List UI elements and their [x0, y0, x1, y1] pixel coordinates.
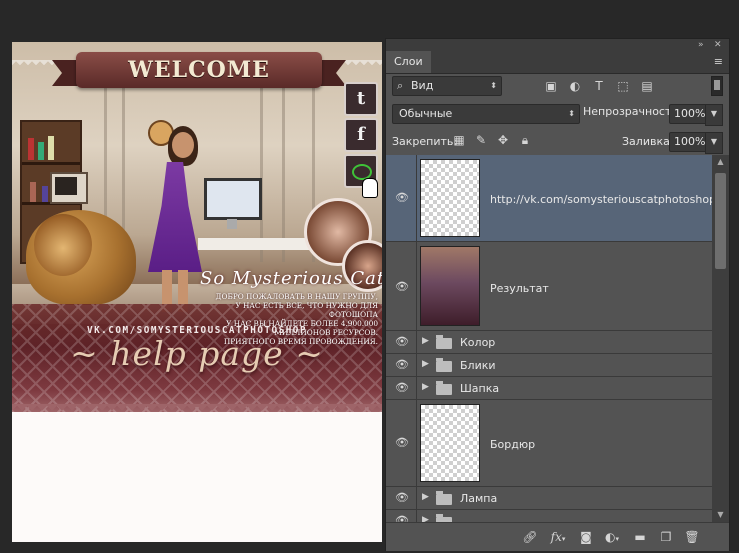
layer-row-result[interactable]: 👁︎ Результат [386, 242, 712, 331]
computer-monitor [204, 178, 262, 229]
visibility-eye-icon[interactable]: 👁︎ [394, 192, 410, 203]
layer-row-border[interactable]: 👁︎ Бордюр [386, 400, 712, 487]
facebook-button[interactable]: f [344, 118, 378, 152]
expand-triangle-icon[interactable]: ▶ [422, 492, 429, 502]
layer-list: 👁︎ http://vk.com/somysteriouscatphotosho… [386, 155, 712, 522]
panel-tabbar: Слои ≡ [386, 51, 729, 74]
layers-panel: » ✕ Слои ≡ ⌕ Вид ⬍ ▣ ◐ T ⬚ ▤ Обычные ⬍ Н… [385, 38, 730, 551]
visibility-eye-icon[interactable]: 👁︎ [394, 281, 410, 292]
visibility-eye-icon[interactable]: 👁︎ [394, 382, 410, 393]
expand-triangle-icon[interactable]: ▶ [422, 382, 429, 392]
filter-kind-select[interactable]: ⌕ Вид ⬍ [392, 76, 502, 96]
filter-type-icon[interactable]: T [592, 79, 606, 93]
birch-tree [260, 62, 263, 262]
filter-pixel-icon[interactable]: ▣ [544, 79, 558, 93]
tab-layers[interactable]: Слои [386, 51, 431, 73]
fill-dropdown-arrow-icon[interactable]: ▼ [705, 132, 723, 154]
adjustment-layer-icon[interactable]: ◐▾ [604, 529, 620, 545]
twitter-icon: t [356, 88, 366, 109]
signature-text: So Mysterious Cat [200, 268, 382, 289]
welcome-line: У НАС ЕСТЬ ВСЕ, ЧТО НУЖНО ДЛЯ ФОТОШОПА [235, 301, 378, 319]
help-page-title: ~ help page ~ [70, 334, 324, 373]
blend-mode-select[interactable]: Обычные ⬍ [392, 104, 580, 124]
welcome-line: ДОБРО ПОЖАЛОВАТЬ В НАШУ ГРУППУ, [215, 292, 378, 301]
layer-row-group[interactable]: 👁︎ ▶ [386, 510, 712, 522]
lock-position-icon[interactable]: ✥ [496, 133, 510, 147]
link-layers-icon[interactable]: 🔗︎ [522, 529, 538, 545]
layer-style-fx-icon[interactable]: fx▾ [550, 529, 566, 545]
visibility-eye-icon[interactable]: 👁︎ [394, 359, 410, 370]
expand-triangle-icon[interactable]: ▶ [422, 359, 429, 369]
layer-thumbnail [420, 159, 480, 237]
panel-menu-icon[interactable]: ≡ [714, 55, 723, 68]
opacity-dropdown-arrow-icon[interactable]: ▼ [705, 104, 723, 126]
opacity-label: Непрозрачность: [583, 105, 682, 118]
layer-name: http://vk.com/somysteriouscatphotoshop [490, 193, 712, 206]
scroll-up-arrow-icon[interactable]: ▲ [712, 155, 729, 169]
scrollbar-thumb[interactable] [715, 173, 726, 269]
collapse-icon[interactable]: » [698, 40, 704, 50]
panel-titlebar[interactable]: » ✕ [386, 39, 729, 51]
layer-list-scrollbar[interactable]: ▲ ▼ [712, 155, 729, 522]
folder-icon [436, 381, 452, 395]
filter-kind-value: Вид [411, 79, 434, 92]
layer-thumbnail [420, 404, 480, 482]
zigzag-trim [12, 404, 382, 412]
blend-mode-value: Обычные [399, 107, 453, 120]
document-canvas[interactable]: WELCOME t f So Mysterious Cat ДОБРО ПОЖА… [12, 42, 382, 542]
layer-name: Результат [490, 282, 549, 295]
filter-smart-object-icon[interactable]: ▤ [640, 79, 654, 93]
girl-purple-dress [148, 162, 202, 272]
folder-icon [436, 491, 452, 505]
expand-triangle-icon[interactable]: ▶ [422, 336, 429, 346]
layer-name: Лампа [460, 492, 498, 505]
lock-brush-icon[interactable]: ✎ [474, 133, 488, 147]
layer-row-group[interactable]: 👁︎ ▶ Блики [386, 354, 712, 377]
visibility-eye-icon[interactable]: 👁︎ [394, 492, 410, 503]
add-mask-icon[interactable]: ◙ [578, 529, 594, 545]
filter-shape-icon[interactable]: ⬚ [616, 79, 630, 93]
artwork-scene: WELCOME t f So Mysterious Cat ДОБРО ПОЖА… [12, 42, 382, 412]
fill-label: Заливка: [622, 135, 674, 148]
girl-face [172, 132, 194, 158]
twitter-button[interactable]: t [344, 82, 378, 116]
layer-row-group[interactable]: 👁︎ ▶ Шапка [386, 377, 712, 400]
filter-adjustment-icon[interactable]: ◐ [568, 79, 582, 93]
updown-arrow-icon: ⬍ [490, 81, 497, 90]
layer-row-group[interactable]: 👁︎ ▶ Лампа [386, 487, 712, 510]
filter-toggle[interactable] [711, 76, 723, 96]
folder-icon [436, 358, 452, 372]
hand-cursor-icon [362, 178, 378, 198]
lock-transparency-icon[interactable]: ▦ [452, 133, 466, 147]
facebook-icon: f [357, 124, 365, 145]
opacity-input[interactable]: 100% [669, 104, 707, 124]
search-icon: ⌕ [397, 79, 404, 92]
retro-tv [50, 172, 88, 204]
updown-arrow-icon: ⬍ [568, 109, 575, 118]
layer-name: Колор [460, 336, 496, 349]
lock-label: Закрепить: [392, 135, 458, 148]
welcome-title: WELCOME [128, 57, 270, 83]
layer-name: Шапка [460, 382, 500, 395]
lock-all-icon[interactable]: 🔒︎ [518, 133, 532, 147]
header-ribbon: WELCOME [76, 52, 322, 88]
layer-name: Блики [460, 359, 496, 372]
panel-bottom-toolbar: 🔗︎ fx▾ ◙ ◐▾ ▬ ❐ 🗑︎ [386, 522, 729, 551]
birch-tree [282, 62, 285, 262]
scroll-down-arrow-icon[interactable]: ▼ [712, 508, 729, 522]
close-icon[interactable]: ✕ [714, 40, 722, 50]
new-group-folder-icon[interactable]: ▬ [632, 529, 648, 545]
expand-triangle-icon[interactable]: ▶ [422, 515, 429, 522]
layer-row-group[interactable]: 👁︎ ▶ Колор [386, 331, 712, 354]
fill-input[interactable]: 100% [669, 132, 707, 152]
visibility-eye-icon[interactable]: 👁︎ [394, 437, 410, 448]
lion-head [34, 214, 92, 276]
visibility-eye-icon[interactable]: 👁︎ [394, 336, 410, 347]
new-layer-icon[interactable]: ❐ [658, 529, 674, 545]
layer-thumbnail [420, 246, 480, 326]
layer-row-url[interactable]: 👁︎ http://vk.com/somysteriouscatphotosho… [386, 155, 712, 242]
folder-icon [436, 335, 452, 349]
delete-layer-trash-icon[interactable]: 🗑︎ [684, 529, 700, 545]
layer-name: Бордюр [490, 438, 536, 451]
